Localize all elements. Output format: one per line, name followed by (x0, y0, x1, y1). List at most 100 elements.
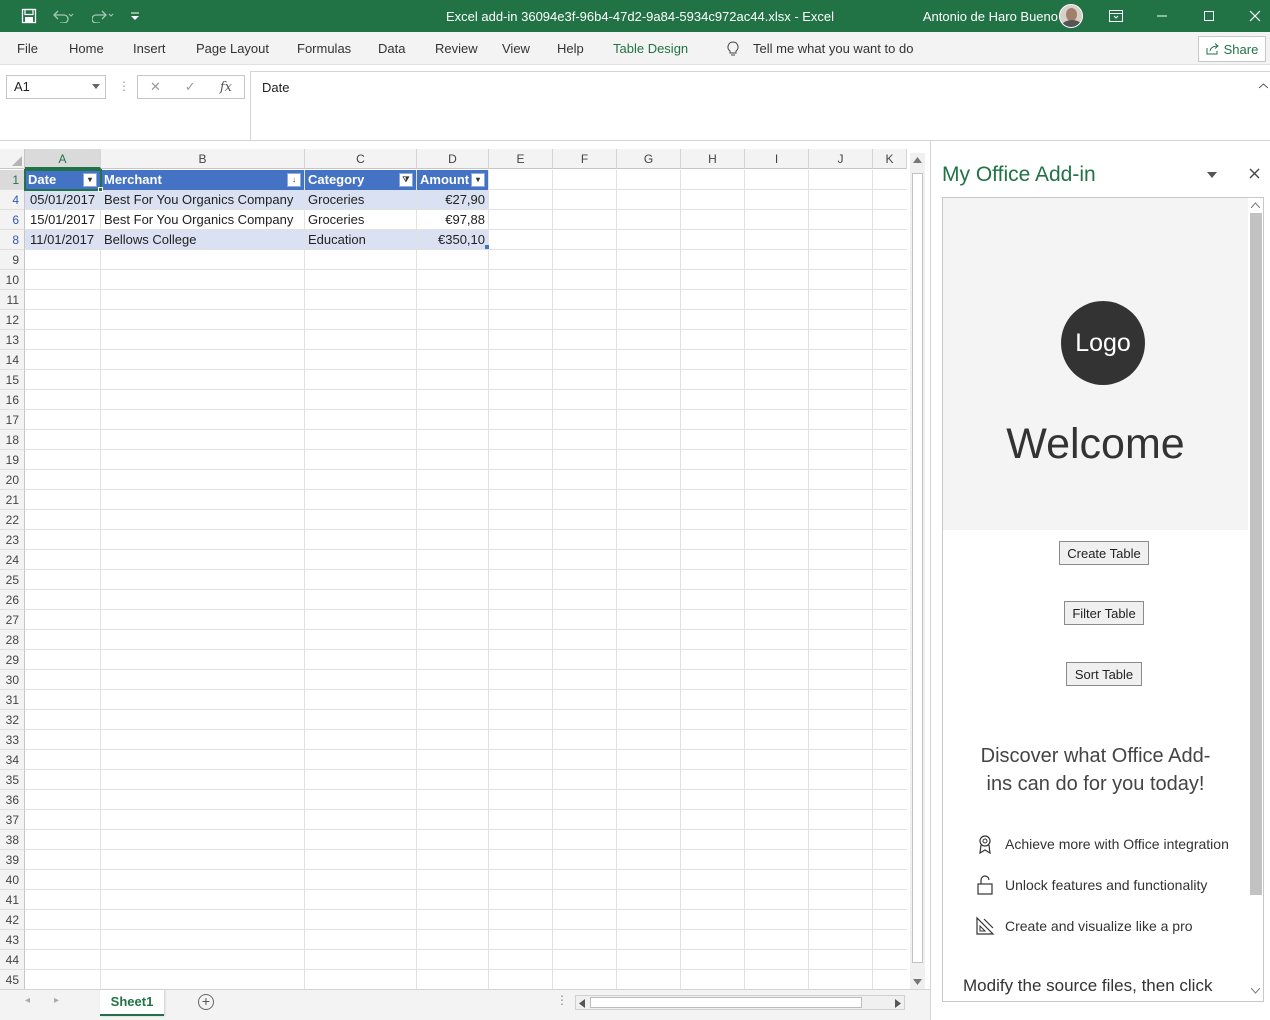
tab-splitter[interactable]: ⋮ (556, 993, 568, 1007)
row-header[interactable]: 11 (0, 290, 25, 310)
row-header[interactable]: 17 (0, 410, 25, 430)
column-header[interactable]: J (809, 149, 873, 169)
column-header[interactable]: B (101, 149, 305, 169)
row-header[interactable]: 38 (0, 830, 25, 850)
pane-scrollbar[interactable] (1248, 198, 1263, 1001)
column-header[interactable]: I (745, 149, 809, 169)
tab-table-design[interactable]: Table Design (613, 32, 688, 65)
row-header[interactable]: 1 (0, 170, 25, 190)
close-pane-icon[interactable] (1249, 168, 1260, 179)
scroll-left-icon[interactable] (579, 999, 585, 1008)
tab-insert[interactable]: Insert (133, 32, 166, 65)
share-button[interactable]: Share (1198, 36, 1266, 62)
row-header[interactable]: 22 (0, 510, 25, 530)
row-header[interactable]: 30 (0, 670, 25, 690)
insert-function-icon[interactable]: fx (220, 80, 232, 95)
row-header[interactable]: 9 (0, 250, 25, 270)
table-resize-handle[interactable] (485, 245, 489, 249)
row-header[interactable]: 45 (0, 970, 25, 989)
tab-review[interactable]: Review (435, 32, 478, 65)
filter-applied-icon[interactable]: ⧩ (399, 173, 413, 187)
user-name[interactable]: Antonio de Haro Bueno (908, 0, 1058, 32)
table-cell[interactable]: 11/01/2017 (25, 230, 100, 249)
row-header[interactable]: 39 (0, 850, 25, 870)
redo-icon[interactable] (88, 0, 118, 32)
row-header[interactable]: 42 (0, 910, 25, 930)
chevron-down-icon[interactable] (1207, 172, 1217, 178)
row-header[interactable]: 36 (0, 790, 25, 810)
row-header[interactable]: 4 (0, 190, 25, 210)
formula-input[interactable]: Date (250, 71, 1270, 141)
prev-sheet-icon[interactable]: ◂ (25, 995, 30, 1006)
table-cell[interactable]: Education (305, 230, 416, 249)
column-header[interactable]: A (25, 149, 101, 169)
row-header[interactable]: 19 (0, 450, 25, 470)
column-header[interactable]: E (489, 149, 553, 169)
row-header[interactable]: 14 (0, 350, 25, 370)
row-header[interactable]: 16 (0, 390, 25, 410)
column-header[interactable]: D (417, 149, 489, 169)
tab-help[interactable]: Help (557, 32, 584, 65)
scroll-right-icon[interactable] (895, 999, 901, 1008)
sort-descending-icon[interactable]: ↓ (287, 173, 301, 187)
worksheet-grid[interactable]: ABCDEFGHIJK 1 4 6 8 9 10 11 12 13 14 15 16 17 18 19 20 2… (0, 141, 930, 989)
row-header[interactable]: 24 (0, 550, 25, 570)
filter-table-button[interactable]: Filter Table (1064, 601, 1144, 625)
column-header[interactable]: F (553, 149, 617, 169)
row-header[interactable]: 21 (0, 490, 25, 510)
tab-formulas[interactable]: Formulas (297, 32, 351, 65)
enter-icon[interactable]: ✓ (185, 79, 196, 95)
row-header[interactable]: 8 (0, 230, 25, 250)
pane-scroll-thumb[interactable] (1250, 213, 1262, 895)
tab-page-layout[interactable]: Page Layout (196, 32, 269, 65)
row-header[interactable]: 20 (0, 470, 25, 490)
column-header[interactable]: H (681, 149, 745, 169)
vertical-scrollbar[interactable] (910, 153, 925, 989)
undo-icon[interactable] (48, 0, 78, 32)
scroll-down-icon[interactable] (1251, 988, 1260, 994)
row-header[interactable]: 37 (0, 810, 25, 830)
table-cell[interactable]: Groceries (305, 190, 416, 209)
tab-view[interactable]: View (502, 32, 530, 65)
create-table-button[interactable]: Create Table (1059, 541, 1149, 565)
save-icon[interactable] (18, 0, 40, 32)
row-header[interactable]: 41 (0, 890, 25, 910)
row-header[interactable]: 31 (0, 690, 25, 710)
tell-me-box[interactable]: Tell me what you want to do (727, 32, 913, 65)
table-cell[interactable]: €350,10 (417, 230, 488, 249)
row-header[interactable]: 10 (0, 270, 25, 290)
column-header[interactable]: G (617, 149, 681, 169)
cancel-icon[interactable]: ✕ (150, 79, 161, 95)
filter-dropdown-icon[interactable]: ▾ (471, 173, 485, 187)
row-header[interactable]: 35 (0, 770, 25, 790)
row-header[interactable]: 25 (0, 570, 25, 590)
table-cell[interactable]: Groceries (305, 210, 416, 229)
row-header[interactable]: 29 (0, 650, 25, 670)
select-all-corner[interactable] (0, 149, 25, 169)
add-sheet-icon[interactable]: + (198, 994, 214, 1010)
row-header[interactable]: 13 (0, 330, 25, 350)
table-cell[interactable]: €97,88 (417, 210, 488, 229)
row-header[interactable]: 33 (0, 730, 25, 750)
table-header-cell[interactable]: Merchant ↓ (101, 170, 304, 190)
table-cell[interactable]: Bellows College (101, 230, 304, 249)
row-header[interactable]: 26 (0, 590, 25, 610)
avatar[interactable] (1058, 0, 1084, 32)
table-cell[interactable]: Best For You Organics Company (101, 210, 304, 229)
table-header-cell[interactable]: Amount ▾ (417, 170, 488, 190)
name-box[interactable]: A1 (6, 75, 106, 99)
ribbon-display-options-icon[interactable] (1103, 0, 1129, 32)
table-cell[interactable]: €27,90 (417, 190, 488, 209)
table-cell[interactable]: Best For You Organics Company (101, 190, 304, 209)
column-header[interactable]: C (305, 149, 417, 169)
maximize-icon[interactable] (1195, 0, 1223, 32)
tab-data[interactable]: Data (378, 32, 405, 65)
collapse-formula-bar-icon[interactable] (1259, 83, 1268, 89)
row-header[interactable]: 34 (0, 750, 25, 770)
customize-qat-icon[interactable] (128, 0, 142, 32)
row-header[interactable]: 43 (0, 930, 25, 950)
tab-home[interactable]: Home (69, 32, 104, 65)
vertical-scroll-thumb[interactable] (912, 173, 923, 963)
close-window-icon[interactable] (1241, 0, 1269, 32)
scroll-up-icon[interactable] (913, 157, 922, 163)
